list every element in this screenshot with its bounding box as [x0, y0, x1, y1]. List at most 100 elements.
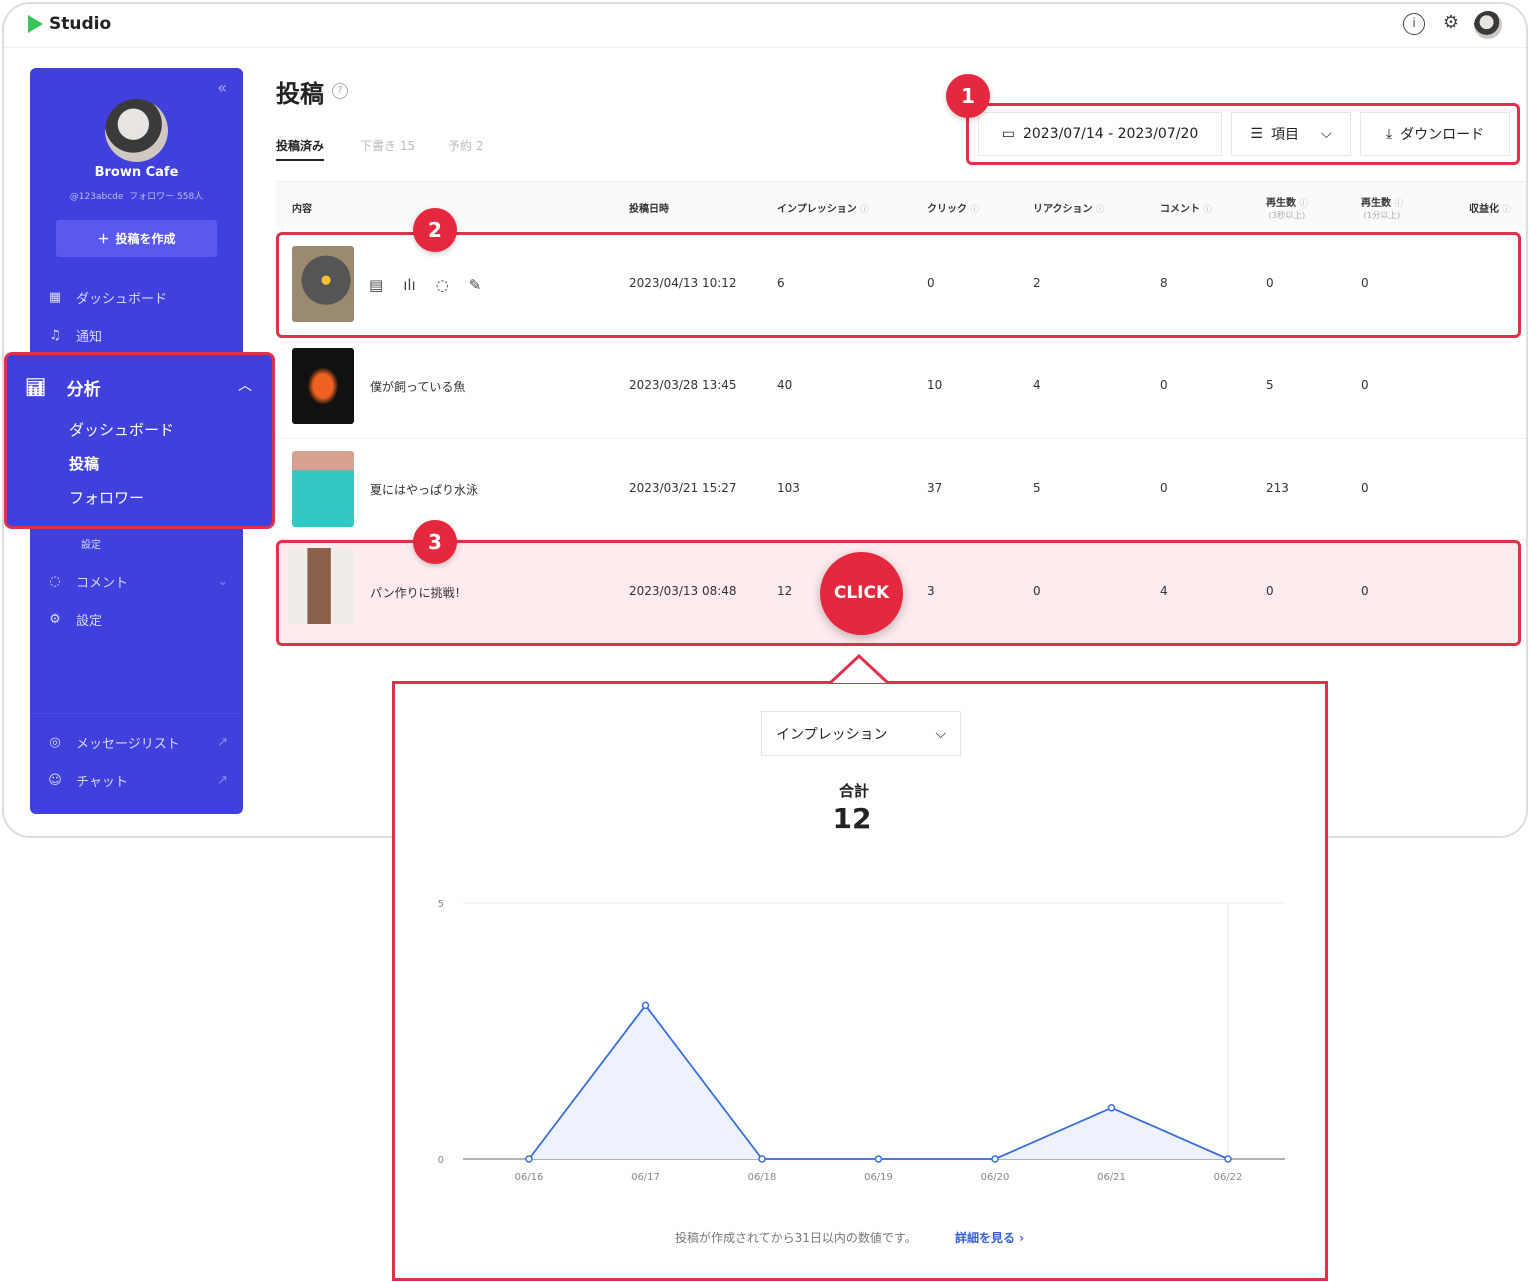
tab-drafts[interactable]: 下書き 15: [360, 137, 415, 154]
metric-cell: 0: [1361, 378, 1369, 392]
profile-avatar: [105, 99, 168, 162]
metric-cell: 4: [1160, 584, 1168, 598]
play-logo-icon: [28, 15, 43, 33]
sidebar-item-message-list[interactable]: ◎ メッセージリスト ↗: [48, 733, 228, 752]
date-range-picker[interactable]: ▭ 2023/07/14 - 2023/07/20: [978, 112, 1222, 156]
sidebar-item-chat[interactable]: ☺ チャット ↗: [48, 771, 228, 790]
post-date: 2023/03/21 15:27: [629, 481, 737, 495]
post-thumbnail-cat[interactable]: [292, 246, 354, 322]
comment-icon[interactable]: ◌: [436, 276, 449, 294]
x-tick-label: 06/20: [981, 1172, 1010, 1183]
data-point: [991, 1155, 999, 1163]
gear-icon[interactable]: ⚙: [1440, 13, 1462, 35]
chat-icon: ☺: [48, 773, 62, 788]
col-impressions: インプレッション ⓘ: [777, 204, 869, 215]
post-title[interactable]: 僕が飼っている魚: [370, 378, 465, 395]
stats-icon[interactable]: ılı: [403, 276, 416, 294]
columns-dropdown[interactable]: ☰ 項目 ⌵: [1231, 112, 1351, 156]
metric-cell: 0: [927, 276, 935, 290]
series-area: [529, 1005, 1228, 1159]
detail-link[interactable]: 詳細を見る ›: [955, 1229, 1024, 1246]
metric-cell: 0: [1361, 276, 1369, 290]
sidebar-item-dashboard[interactable]: ▦ ダッシュボード: [48, 288, 167, 307]
y-tick-label: 5: [438, 899, 444, 910]
download-button[interactable]: ⤓ ダウンロード: [1360, 112, 1510, 156]
collapse-icon[interactable]: «: [217, 78, 227, 97]
info-icon[interactable]: i: [1403, 13, 1425, 35]
tab-published[interactable]: 投稿済み: [276, 137, 325, 161]
table-header: [276, 181, 1526, 231]
impressions-chart: 0 5 06/16 06/17 06/18 06/19 06/20 06/21 06/22: [438, 899, 1285, 1183]
chevron-down-icon: ⌄: [217, 574, 228, 589]
metric-cell: 0: [1266, 584, 1274, 598]
metric-cell: 0: [1361, 481, 1369, 495]
post-thumbnail-swim[interactable]: [292, 451, 354, 527]
create-post-button[interactable]: ＋投稿を作成: [56, 220, 217, 257]
data-point: [1107, 1104, 1116, 1112]
step-badge-2: 2: [413, 208, 457, 252]
sidebar-item-comments[interactable]: ◌ コメント ⌄: [48, 572, 228, 591]
metric-cell: 8: [1160, 276, 1168, 290]
sidebar-item-settings[interactable]: ⚙ 設定: [48, 610, 102, 629]
post-date: 2023/04/13 10:12: [629, 276, 737, 290]
col-comments: コメント ⓘ: [1160, 204, 1212, 215]
bell-icon: ♫: [49, 328, 61, 343]
sidebar-sub-dashboard[interactable]: ダッシュボード: [69, 419, 174, 440]
sidebar-item-analytics[interactable]: 📊︎ 分析: [25, 375, 101, 401]
y-tick-label: 0: [438, 1155, 444, 1166]
metric-cell: 40: [777, 378, 793, 392]
tab-scheduled[interactable]: 予約 2: [448, 137, 483, 154]
x-tick-label: 06/17: [631, 1172, 660, 1183]
post-title[interactable]: パン作りに挑戦！: [370, 584, 467, 601]
sidebar-item-notifications[interactable]: ♫ 通知: [48, 326, 102, 345]
x-tick-label: 06/18: [748, 1172, 777, 1183]
sidebar-sub-settings[interactable]: 設定: [81, 536, 101, 551]
metric-cell: 4: [1033, 378, 1041, 392]
gear-icon: ⚙: [49, 612, 61, 627]
metric-cell: 6: [777, 276, 785, 290]
metric-dropdown[interactable]: インプレッション ⌵: [761, 711, 961, 756]
analytics-menu-highlight: 📊︎ 分析 ︿ ダッシュボード 投稿 フォロワー: [4, 352, 275, 529]
profile-meta: @123abcde フォロワー 558人: [69, 192, 204, 202]
data-point: [525, 1155, 533, 1163]
comment-icon: ◌: [49, 574, 61, 589]
metric-cell: 3: [927, 584, 935, 598]
metric-cell: 5: [1266, 378, 1274, 392]
col-date: 投稿日時: [629, 204, 669, 215]
download-icon: ⤓: [1385, 126, 1393, 142]
sidebar-sub-followers[interactable]: フォロワー: [69, 487, 144, 508]
col-plays-1m: 再生数 ⓘ (1分以上): [1361, 198, 1403, 220]
sliders-icon: ☰: [1250, 126, 1263, 142]
x-tick-label: 06/22: [1214, 1172, 1243, 1183]
broadcast-icon: ◎: [49, 735, 61, 750]
sidebar-sub-posts[interactable]: 投稿: [69, 453, 99, 474]
metric-cell: 0: [1160, 481, 1168, 495]
col-reactions: リアクション ⓘ: [1033, 204, 1105, 215]
calendar-icon: ▭: [1001, 126, 1015, 142]
col-clicks: クリック ⓘ: [927, 204, 979, 215]
post-thumbnail-fish[interactable]: [292, 348, 354, 424]
x-tick-label: 06/19: [864, 1172, 893, 1183]
bar-chart-icon: 📊︎: [25, 377, 47, 398]
top-bar: [4, 4, 1526, 48]
data-point: [1224, 1155, 1232, 1163]
metric-cell: 12: [777, 584, 793, 598]
click-indicator: CLICK: [820, 552, 903, 635]
post-date: 2023/03/13 08:48: [629, 584, 737, 598]
edit-pencil-icon[interactable]: ✎: [469, 276, 482, 294]
plus-icon: ＋: [97, 232, 110, 246]
post-title[interactable]: 夏にはやっぱり水泳: [370, 481, 478, 498]
post-detail-icon[interactable]: ▤: [369, 276, 383, 294]
metric-cell: 5: [1033, 481, 1041, 495]
divider: [30, 713, 243, 714]
step-badge-3: 3: [413, 520, 457, 564]
help-icon[interactable]: ?: [332, 83, 348, 99]
external-link-icon: ↗: [217, 735, 228, 750]
metric-cell: 0: [1033, 584, 1041, 598]
post-thumbnail-bread[interactable]: [287, 548, 354, 624]
chevron-up-icon[interactable]: ︿: [238, 375, 252, 395]
avatar[interactable]: [1474, 11, 1502, 39]
studio-logo[interactable]: Studio: [28, 14, 111, 34]
metric-cell: 0: [1160, 378, 1168, 392]
metric-cell: 0: [1266, 276, 1274, 290]
